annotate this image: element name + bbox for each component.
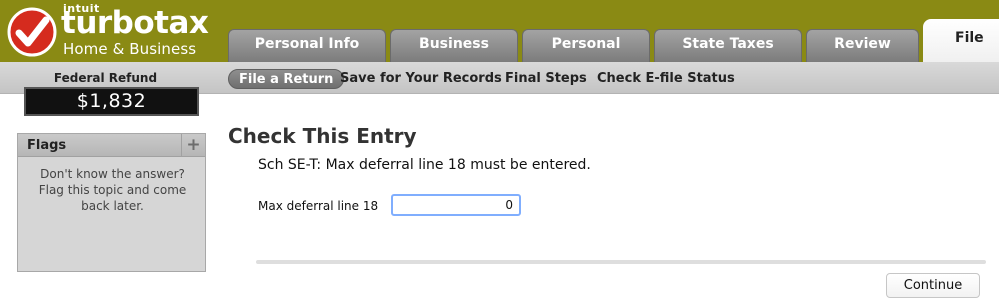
edition-name: Home & Business: [63, 40, 197, 58]
refund-amount: $1,832: [24, 87, 199, 116]
tab-file[interactable]: File: [923, 19, 999, 62]
page-title: Check This Entry: [228, 124, 417, 148]
tab-business[interactable]: Business: [390, 29, 518, 62]
flags-panel: Flags + Don't know the answer? Flag this…: [17, 133, 206, 272]
tab-personal[interactable]: Personal: [522, 29, 650, 62]
plus-icon[interactable]: +: [181, 134, 205, 156]
tab-review[interactable]: Review: [806, 29, 919, 62]
tab-state-taxes[interactable]: State Taxes: [654, 29, 802, 62]
subnav-save-for-records[interactable]: Save for Your Records: [340, 69, 502, 89]
checkmark-logo-icon: [7, 7, 57, 57]
subnav-final-steps[interactable]: Final Steps: [505, 69, 587, 89]
subnav-check-efile-status[interactable]: Check E-file Status: [597, 69, 735, 89]
max-deferral-label: Max deferral line 18: [258, 199, 379, 213]
divider: [256, 260, 986, 264]
turbotax-logo: intuit turbotax Home & Business: [6, 2, 209, 60]
flags-title: Flags: [27, 138, 67, 153]
continue-button[interactable]: Continue: [886, 273, 980, 298]
flags-header: Flags +: [18, 134, 205, 157]
max-deferral-input[interactable]: [391, 194, 521, 216]
refund-label: Federal Refund: [53, 71, 158, 85]
app-header: intuit turbotax Home & Business Personal…: [0, 0, 999, 62]
subnav-file-a-return[interactable]: File a Return: [228, 69, 345, 89]
flags-help-text: Don't know the answer? Flag this topic a…: [38, 167, 187, 213]
error-message: Sch SE-T: Max deferral line 18 must be e…: [258, 157, 591, 173]
turbotax-wordmark: turbotax: [61, 5, 209, 41]
tab-personal-info[interactable]: Personal Info: [228, 29, 386, 62]
refund-panel: Federal Refund $1,832: [0, 62, 211, 122]
